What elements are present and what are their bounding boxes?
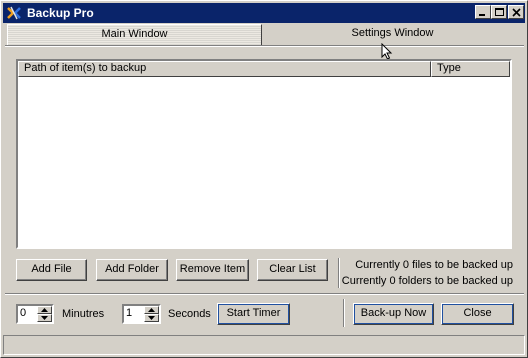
minutes-up-button[interactable]	[37, 306, 52, 314]
maximize-button[interactable]	[491, 5, 507, 19]
column-header-path[interactable]: Path of item(s) to backup	[18, 61, 431, 77]
seconds-label: Seconds	[168, 308, 211, 320]
seconds-up-button[interactable]	[144, 306, 159, 314]
title-bar[interactable]: Backup Pro	[3, 3, 525, 23]
add-folder-button[interactable]: Add Folder	[96, 259, 168, 281]
folders-count-status: Currently 0 folders to be backed up	[341, 275, 513, 287]
seconds-value[interactable]: 1	[126, 307, 132, 319]
window-title: Backup Pro	[27, 6, 94, 20]
status-bar	[3, 335, 525, 355]
backup-pro-window: Backup Pro Main Window Settings Window P…	[0, 0, 528, 358]
arrow-down-icon	[41, 316, 48, 320]
minimize-icon	[479, 14, 485, 16]
status-divider	[338, 258, 340, 288]
remove-item-button[interactable]: Remove Item	[176, 259, 249, 281]
minutes-spinner[interactable]: 0	[16, 304, 54, 324]
actions-divider	[343, 299, 345, 327]
minimize-button[interactable]	[475, 5, 491, 19]
maximize-icon	[495, 8, 504, 16]
tab-settings-window[interactable]: Settings Window	[263, 24, 522, 44]
add-file-button[interactable]: Add File	[16, 259, 87, 281]
tab-main-window[interactable]: Main Window	[7, 24, 262, 46]
section-divider	[5, 293, 524, 295]
arrow-up-icon	[148, 308, 155, 312]
files-count-status: Currently 0 files to be backed up	[355, 259, 513, 271]
list-header: Path of item(s) to backup Type	[18, 61, 510, 77]
minutes-label: Minutres	[62, 308, 105, 320]
backup-items-list[interactable]: Path of item(s) to backup Type	[16, 59, 512, 249]
minutes-value[interactable]: 0	[20, 307, 26, 319]
close-button[interactable]: Close	[441, 303, 514, 325]
start-timer-button[interactable]: Start Timer	[217, 303, 290, 325]
tab-divider	[5, 45, 524, 47]
arrow-up-icon	[41, 308, 48, 312]
tab-strip: Main Window Settings Window	[5, 24, 524, 46]
close-window-button[interactable]	[508, 5, 524, 19]
arrow-down-icon	[148, 316, 155, 320]
minutes-down-button[interactable]	[37, 314, 52, 322]
column-header-type[interactable]: Type	[431, 61, 510, 77]
close-icon	[512, 8, 521, 17]
seconds-down-button[interactable]	[144, 314, 159, 322]
app-logo-icon	[6, 5, 22, 21]
seconds-spinner[interactable]: 1	[122, 304, 161, 324]
backup-now-button[interactable]: Back-up Now	[353, 303, 434, 325]
clear-list-button[interactable]: Clear List	[257, 259, 328, 281]
